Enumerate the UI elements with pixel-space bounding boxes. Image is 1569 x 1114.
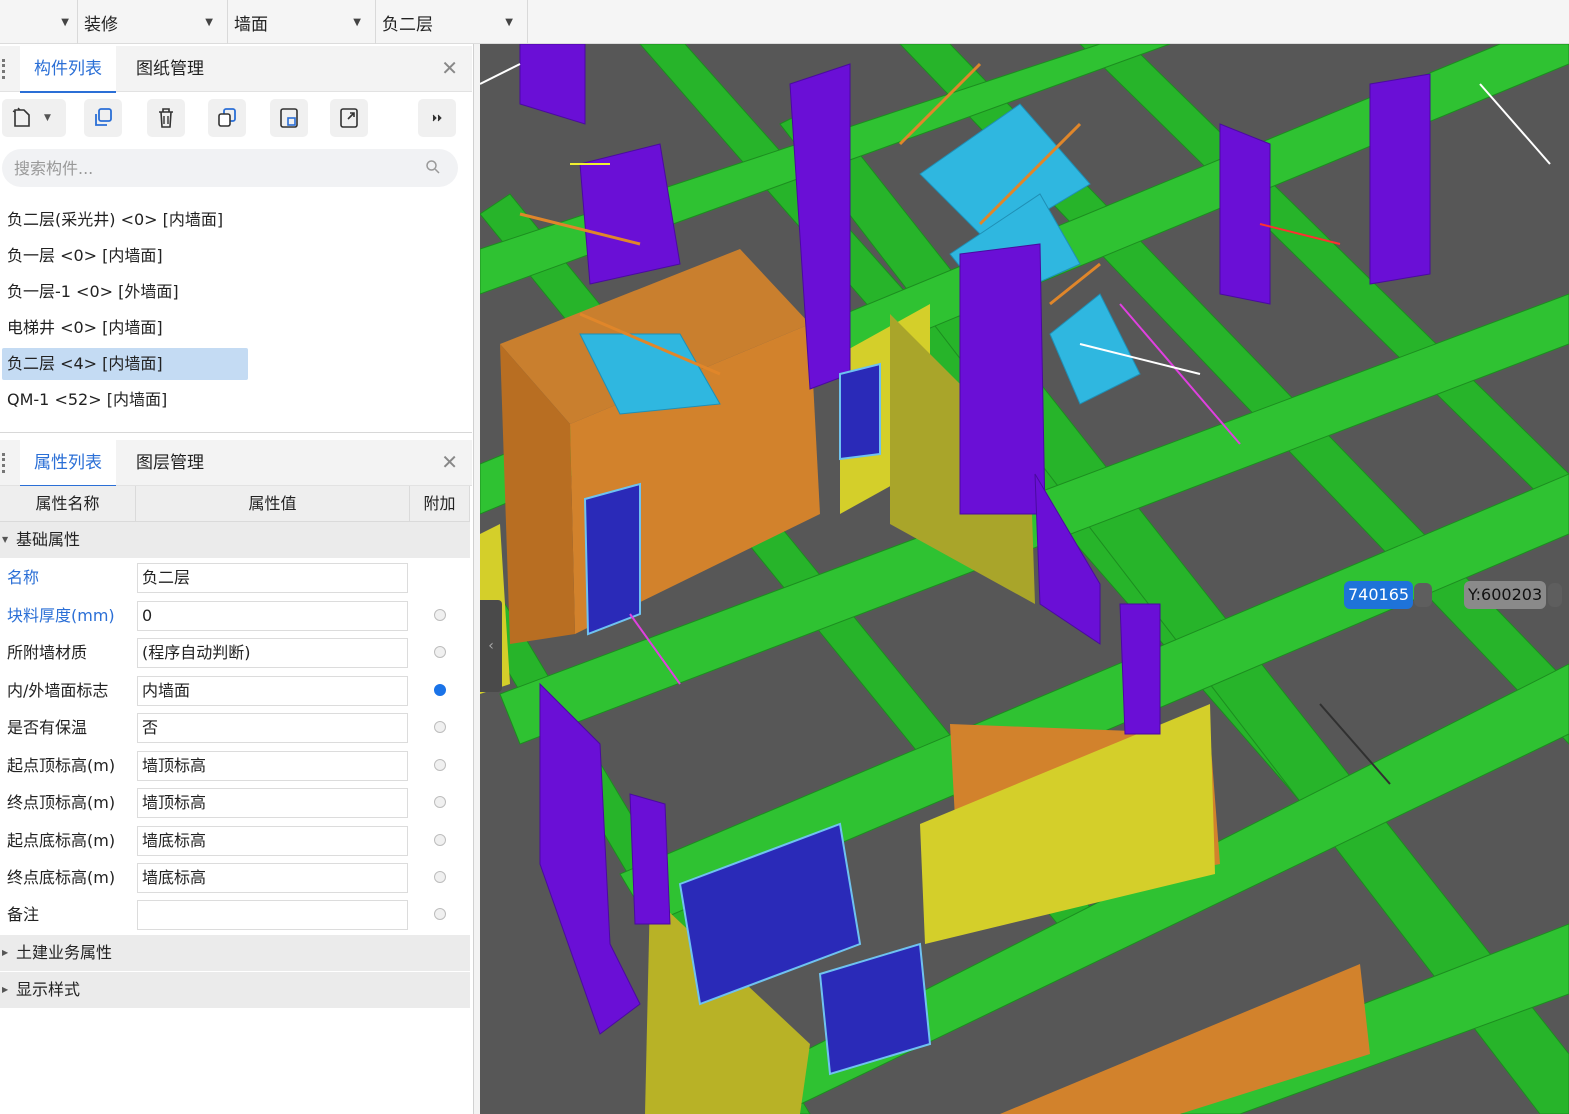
dropdown-element-name[interactable]: 负二层 ▼: [376, 0, 528, 44]
column-header-name: 属性名称: [0, 486, 136, 522]
dropdown-element-type[interactable]: 墙面 ▼: [228, 0, 376, 44]
new-component-button[interactable]: ▼: [2, 99, 66, 137]
close-icon[interactable]: ✕: [441, 450, 458, 474]
column-header-extra: 附加: [410, 486, 470, 522]
panel-divider: [0, 432, 472, 433]
element-type-label: 墙面: [234, 14, 268, 35]
app-window: ▼ 装修 ▼ 墙面 ▼ 负二层 ▼ 构件列表 图纸管理 ✕ ▼ 搜索构件... …: [0, 0, 1569, 1114]
tab-drawing-management[interactable]: 图纸管理: [122, 46, 218, 92]
coordinate-x-spin[interactable]: [1414, 583, 1432, 607]
property-name: 起点顶标高(m): [7, 756, 116, 775]
list-item-selected[interactable]: 负二层 <4> [内墙面]: [2, 348, 248, 380]
extra-radio[interactable]: [434, 908, 446, 920]
chevron-down-icon: ▼: [61, 16, 69, 28]
more-icon: [432, 114, 442, 122]
collapse-panel-handle[interactable]: ‹: [480, 600, 502, 692]
property-name: 所附墙材质: [7, 643, 88, 662]
property-name: 终点底标高(m): [7, 868, 116, 887]
copy-button[interactable]: [84, 99, 122, 137]
search-input[interactable]: [14, 153, 414, 183]
element-name-label: 负二层: [382, 14, 433, 35]
column-header-value: 属性值: [136, 486, 410, 522]
extra-radio[interactable]: [434, 609, 446, 621]
tab-component-list[interactable]: 构件列表: [20, 46, 116, 93]
save-template-button[interactable]: [270, 99, 308, 137]
component-search: [2, 149, 458, 187]
group-display-style[interactable]: ▶ 显示样式: [0, 972, 470, 1008]
chevron-left-icon: ‹: [488, 638, 494, 654]
drag-handle-icon[interactable]: [2, 59, 5, 79]
property-name: 备注: [7, 905, 40, 924]
property-tabbar: 属性列表 图层管理 ✕: [0, 440, 472, 487]
property-value-field[interactable]: 墙顶标高: [137, 751, 408, 781]
extra-radio[interactable]: [434, 871, 446, 883]
floor-filter-bar: ▼ 装修 ▼ 墙面 ▼ 负二层 ▼: [0, 0, 1569, 44]
extra-radio[interactable]: [434, 721, 446, 733]
property-value-field[interactable]: 0: [137, 601, 408, 631]
property-value-field[interactable]: 负二层: [137, 563, 408, 593]
extra-radio[interactable]: [434, 796, 446, 808]
group-basic-properties[interactable]: ▼ 基础属性: [0, 522, 470, 558]
drag-handle-icon[interactable]: [2, 453, 5, 473]
property-value-field[interactable]: 墙底标高: [137, 826, 408, 856]
duplicate-icon: [218, 108, 236, 127]
chevron-down-icon: ▼: [353, 16, 361, 28]
extra-radio[interactable]: [434, 759, 446, 771]
list-item[interactable]: 电梯井 <0> [内墙面]: [2, 312, 163, 344]
coordinate-x-input[interactable]: 740165: [1344, 581, 1414, 609]
property-name: 块料厚度(mm): [7, 606, 115, 625]
chevron-down-icon: ▼: [505, 16, 513, 28]
component-tabbar: 构件列表 图纸管理 ✕: [0, 46, 472, 93]
delete-icon: [159, 108, 173, 128]
property-value-field[interactable]: [137, 900, 408, 930]
save-template-icon: [280, 108, 298, 128]
close-icon[interactable]: ✕: [441, 56, 458, 80]
duplicate-button[interactable]: [208, 99, 246, 137]
property-value-field[interactable]: 否: [137, 713, 408, 743]
dropdown-category[interactable]: ▼: [0, 0, 78, 44]
property-name: 终点顶标高(m): [7, 793, 116, 812]
building-model-scene[interactable]: [480, 44, 1569, 1114]
list-item[interactable]: QM-1 <52> [内墙面]: [2, 384, 167, 416]
export-icon: [340, 108, 358, 128]
delete-button[interactable]: [147, 99, 185, 137]
discipline-label: 装修: [84, 14, 118, 35]
extra-radio[interactable]: [434, 646, 446, 658]
search-icon[interactable]: [424, 158, 442, 176]
tab-property-list[interactable]: 属性列表: [20, 440, 116, 487]
property-value-field[interactable]: 内墙面: [137, 676, 408, 706]
copy-icon: [95, 108, 112, 126]
export-button[interactable]: [330, 99, 368, 137]
dropdown-discipline[interactable]: 装修 ▼: [78, 0, 228, 44]
caret-right-icon: ▶: [2, 948, 9, 957]
group-civil-properties[interactable]: ▶ 土建业务属性: [0, 935, 470, 971]
property-name: 内/外墙面标志: [7, 681, 109, 700]
more-button[interactable]: [418, 99, 456, 137]
coordinate-y-spin[interactable]: [1548, 583, 1562, 607]
caret-right-icon: ▶: [2, 985, 9, 994]
property-name: 名称: [7, 568, 40, 587]
property-value-field[interactable]: (程序自动判断): [137, 638, 408, 668]
chevron-down-icon: ▼: [205, 16, 213, 28]
3d-viewport[interactable]: [480, 44, 1569, 1114]
new-icon: [12, 107, 30, 127]
tab-layer-management[interactable]: 图层管理: [122, 440, 218, 486]
caret-down-icon: ▼: [2, 535, 9, 544]
coordinate-y-input[interactable]: Y:600203: [1464, 581, 1547, 609]
property-value-field[interactable]: 墙底标高: [137, 863, 408, 893]
property-name: 是否有保温: [7, 718, 88, 737]
property-value-field[interactable]: 墙顶标高: [137, 788, 408, 818]
list-item[interactable]: 负一层-1 <0> [外墙面]: [2, 276, 179, 308]
extra-radio[interactable]: [434, 834, 446, 846]
chevron-down-icon[interactable]: ▼: [44, 113, 51, 123]
list-item[interactable]: 负一层 <0> [内墙面]: [2, 240, 163, 272]
property-name: 起点底标高(m): [7, 831, 116, 850]
list-item[interactable]: 负二层(采光井) <0> [内墙面]: [2, 204, 223, 236]
extra-radio-checked[interactable]: [434, 684, 446, 696]
